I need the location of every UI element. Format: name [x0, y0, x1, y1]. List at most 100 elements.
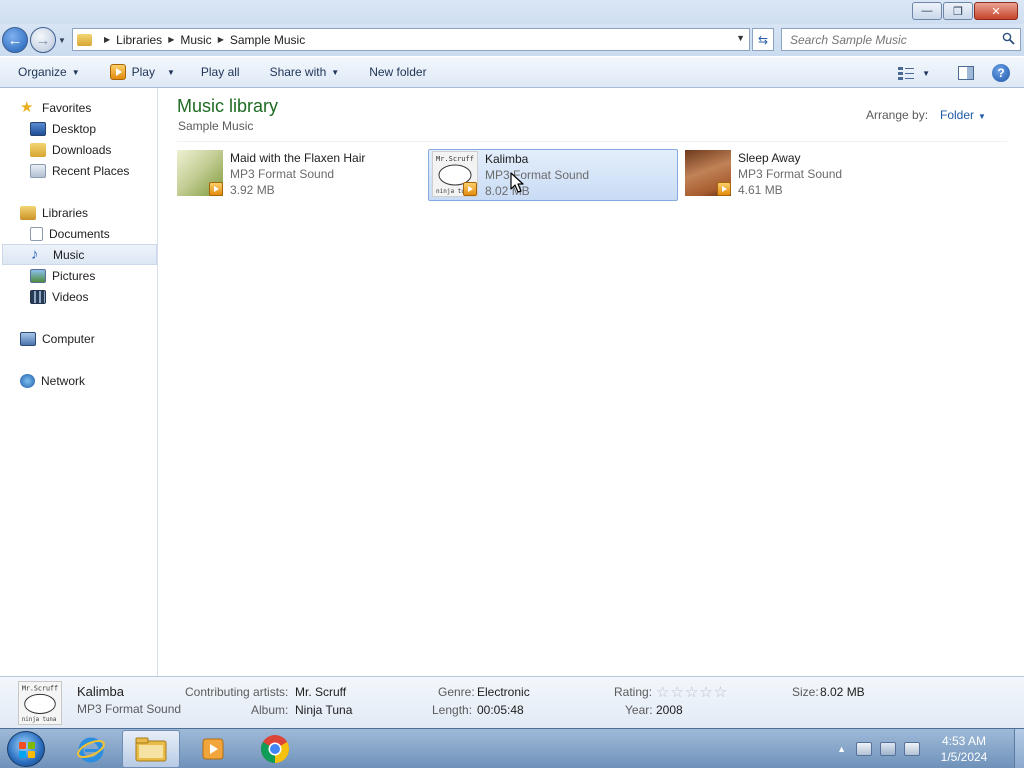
details-thumbnail: Mr.Scruff ninja tuna — [18, 681, 62, 725]
organize-label: Organize — [18, 65, 67, 79]
file-tile[interactable]: Maid with the Flaxen Hair MP3 Format Sou… — [177, 149, 427, 201]
windows-logo-icon — [19, 742, 35, 758]
breadcrumb-separator-icon[interactable]: ▶ — [168, 35, 174, 44]
share-with-label: Share with — [269, 65, 327, 79]
minimize-button[interactable]: — — [912, 2, 942, 20]
maximize-button[interactable]: ❐ — [943, 2, 973, 20]
title-bar: — ❐ ✕ — [0, 0, 1024, 24]
new-folder-button[interactable]: New folder — [360, 60, 435, 84]
album-art-text: Mr.Scruff — [436, 155, 474, 163]
details-file-name: Kalimba — [77, 684, 124, 699]
recent-pages-dropdown[interactable]: ▼ — [58, 36, 66, 45]
size-label: Size: — [792, 685, 819, 699]
file-tile[interactable]: Sleep Away MP3 Format Sound 4.61 MB — [685, 149, 935, 201]
breadcrumb-music[interactable]: Music — [180, 33, 211, 47]
search-box[interactable] — [781, 28, 1021, 51]
forward-button[interactable]: → — [30, 27, 56, 53]
clock-date: 1/5/2024 — [940, 750, 988, 764]
change-view-icon[interactable] — [898, 66, 915, 80]
videos-icon — [30, 289, 46, 304]
nav-music[interactable]: ♪ Music — [2, 244, 157, 265]
action-center-icon[interactable] — [856, 742, 872, 756]
play-all-button[interactable]: Play all — [192, 60, 249, 84]
start-button[interactable] — [7, 731, 45, 767]
taskbar-internet-explorer[interactable] — [62, 730, 120, 768]
show-hidden-icons-icon[interactable]: ▲ — [837, 744, 846, 754]
system-clock[interactable]: 4:53 AM 1/5/2024 — [928, 733, 1000, 765]
nav-computer[interactable]: Computer — [20, 328, 157, 349]
arrange-by-dropdown[interactable]: Folder ▼ — [940, 108, 986, 122]
search-input[interactable] — [790, 32, 995, 47]
address-row: ← → ▼ ▶ Libraries ▶ Music ▶ Sample Music… — [0, 24, 1024, 56]
volume-muted-icon[interactable] — [904, 742, 920, 756]
media-badge-icon — [463, 182, 477, 196]
chevron-down-icon: ▼ — [331, 67, 340, 77]
star-icon: ★ — [20, 98, 34, 116]
view-dropdown-icon[interactable]: ▼ — [922, 69, 930, 78]
contributing-artists-value[interactable]: Mr. Scruff — [295, 685, 346, 699]
media-badge-icon — [209, 182, 223, 196]
album-art-text: Mr.Scruff — [22, 685, 58, 693]
album-value[interactable]: Ninja Tuna — [295, 703, 352, 717]
album-art-thumbnail — [177, 150, 223, 196]
libraries-icon — [20, 205, 36, 220]
nav-recent-places[interactable]: Recent Places — [30, 160, 157, 181]
nav-libraries[interactable]: Libraries — [20, 202, 157, 223]
breadcrumb-separator-icon[interactable]: ▶ — [104, 35, 110, 44]
year-value[interactable]: 2008 — [656, 703, 683, 717]
genre-value[interactable]: Electronic — [477, 685, 530, 699]
share-with-button[interactable]: Share with ▼ — [261, 60, 349, 84]
chevron-down-icon: ▼ — [166, 67, 175, 77]
nav-documents-label: Documents — [49, 226, 110, 241]
close-button[interactable]: ✕ — [974, 2, 1018, 20]
play-label: Play — [131, 65, 155, 79]
file-name: Maid with the Flaxen Hair — [230, 151, 366, 165]
file-type: MP3 Format Sound — [230, 167, 335, 181]
organize-button[interactable]: Organize ▼ — [9, 60, 89, 84]
nav-favorites[interactable]: ★ Favorites — [20, 97, 157, 118]
rating-stars-icon[interactable]: ☆☆☆☆☆ — [656, 683, 728, 701]
library-title: Music library — [177, 96, 279, 116]
breadcrumb-sample-music[interactable]: Sample Music — [230, 33, 305, 47]
address-dropdown-icon[interactable]: ▼ — [736, 33, 745, 43]
address-bar[interactable]: ▶ Libraries ▶ Music ▶ Sample Music ▼ — [72, 28, 750, 51]
folder-icon — [135, 737, 167, 762]
nav-pictures-label: Pictures — [52, 268, 96, 283]
details-pane: Mr.Scruff ninja tuna Kalimba MP3 Format … — [0, 676, 1024, 728]
divider — [177, 141, 1007, 142]
nav-downloads[interactable]: Downloads — [30, 139, 157, 160]
nav-favorites-label: Favorites — [42, 100, 92, 115]
media-player-icon — [202, 738, 224, 760]
computer-icon — [20, 331, 36, 346]
nav-videos[interactable]: Videos — [30, 286, 157, 307]
file-size: 4.61 MB — [738, 183, 783, 197]
file-tile-selected[interactable]: Mr.Scruff ninja tuna Kalimba MP3 Format … — [428, 149, 678, 201]
arrow-right-icon: → — [35, 31, 51, 49]
command-bar: Organize ▼ Play ▼ Play all Share with ▼ New… — [0, 56, 1024, 88]
album-art-text: ninja tuna — [22, 717, 56, 723]
refresh-button[interactable]: ⇆ — [752, 28, 774, 51]
breadcrumb-separator-icon[interactable]: ▶ — [218, 35, 224, 44]
media-badge-icon — [717, 182, 731, 196]
preview-pane-icon[interactable] — [958, 66, 974, 80]
help-button[interactable]: ? — [992, 64, 1010, 82]
chrome-icon — [261, 735, 289, 763]
nav-documents[interactable]: Documents — [30, 223, 157, 244]
show-desktop-button[interactable] — [1014, 729, 1024, 768]
network-status-icon[interactable] — [880, 742, 896, 756]
network-icon — [20, 373, 35, 388]
length-value: 00:05:48 — [477, 703, 524, 717]
taskbar-windows-explorer[interactable] — [122, 730, 180, 768]
taskbar-chrome[interactable] — [246, 730, 304, 768]
nav-pictures[interactable]: Pictures — [30, 265, 157, 286]
library-subtitle: Sample Music — [178, 119, 254, 133]
search-icon[interactable] — [1002, 32, 1015, 45]
nav-network[interactable]: Network — [20, 370, 157, 391]
nav-desktop[interactable]: Desktop — [30, 118, 157, 139]
breadcrumb-libraries[interactable]: Libraries — [116, 33, 162, 47]
play-button[interactable]: Play ▼ — [101, 60, 184, 84]
taskbar-media-player[interactable] — [184, 730, 242, 768]
album-art-thumbnail: Mr.Scruff ninja tuna — [432, 151, 478, 197]
back-button[interactable]: ← — [2, 27, 28, 53]
arrow-left-icon: ← — [7, 31, 23, 49]
